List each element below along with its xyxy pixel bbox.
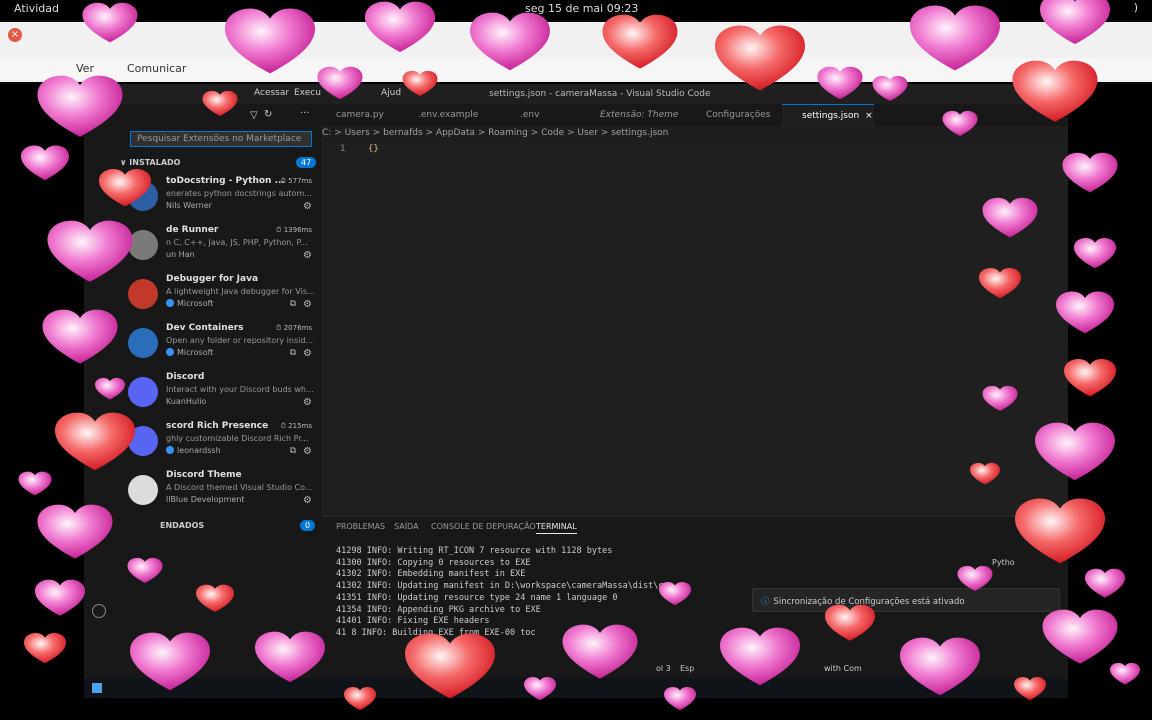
hearts-overlay <box>18 0 1140 711</box>
heart-shape <box>18 471 52 496</box>
heart-shape <box>659 582 691 606</box>
heart-shape <box>470 12 550 71</box>
heart-shape <box>405 633 495 699</box>
heart-shape <box>99 168 151 207</box>
heart-shape <box>365 1 435 53</box>
heart-shape <box>21 145 69 181</box>
heart-shape <box>1012 60 1098 122</box>
heart-shape <box>524 677 556 701</box>
heart-shape <box>1074 237 1116 269</box>
heart-shape <box>42 309 118 364</box>
heart-shape <box>196 584 234 612</box>
heart-shape <box>37 75 123 137</box>
heart-shape <box>37 504 113 559</box>
heart-shape <box>872 75 908 102</box>
heart-shape <box>817 66 863 100</box>
heart-shape <box>202 90 238 117</box>
heart-shape <box>1085 568 1125 598</box>
heart-shape <box>1015 498 1105 564</box>
heart-shape <box>82 2 138 43</box>
heart-shape <box>602 14 678 69</box>
heart-shape <box>1035 422 1115 481</box>
heart-shape <box>402 70 438 97</box>
heart-shape <box>982 385 1018 412</box>
heart-shape <box>957 565 993 592</box>
heart-shape <box>825 604 875 641</box>
heart-shape <box>255 631 325 683</box>
heart-shape <box>95 377 125 400</box>
heart-shape <box>970 462 1000 485</box>
heart-shape <box>562 624 638 679</box>
heart-shape <box>1062 152 1118 193</box>
heart-shape <box>1056 291 1114 334</box>
screen: Atividad seg 15 de mai 09:23 ) × Ver Com… <box>0 0 1152 720</box>
heart-shape <box>24 632 66 664</box>
heart-shape <box>1064 358 1116 397</box>
heart-shape <box>910 5 1000 71</box>
heart-shape <box>900 637 980 696</box>
heart-shape <box>344 687 376 711</box>
heart-shape <box>55 412 135 471</box>
heart-shape <box>1110 662 1140 685</box>
heart-shape <box>130 632 210 691</box>
heart-shape <box>982 197 1038 238</box>
heart-shape <box>715 25 805 91</box>
heart-shape <box>35 579 85 616</box>
heart-shape <box>127 557 163 584</box>
heart-shape <box>1040 0 1110 45</box>
heart-shape <box>317 66 363 100</box>
heart-shape <box>1042 609 1118 664</box>
heart-shape <box>942 110 978 137</box>
heart-shape <box>664 687 696 711</box>
heart-shape <box>720 627 800 686</box>
heart-shape <box>979 267 1021 299</box>
heart-shape <box>47 220 133 282</box>
heart-shape <box>225 8 315 74</box>
heart-shape <box>1014 677 1046 701</box>
